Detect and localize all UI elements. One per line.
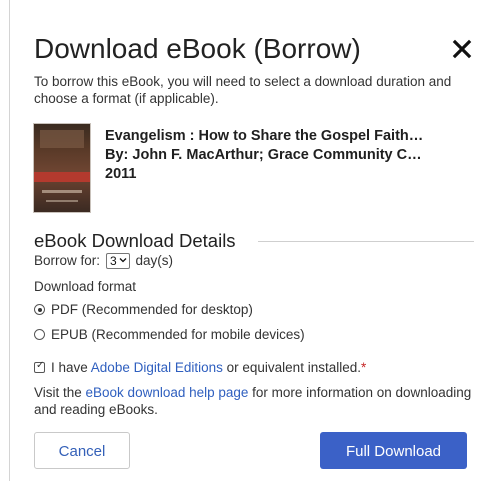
dialog-intro: To borrow this eBook, you will need to s… xyxy=(34,74,452,106)
page: Download eBook (Borrow) To borrow this e… xyxy=(0,0,482,481)
borrow-duration-select[interactable]: 3 xyxy=(106,253,130,270)
radio-pdf[interactable] xyxy=(34,304,45,315)
book-year: 2011 xyxy=(105,166,137,182)
format-pdf-label: PDF (Recommended for desktop) xyxy=(51,302,253,317)
format-epub-label: EPUB (Recommended for mobile devices) xyxy=(51,327,305,342)
check-icon: ✓ xyxy=(36,360,45,371)
cancel-button[interactable]: Cancel xyxy=(34,432,130,469)
adobe-confirm-row: ✓ I have Adobe Digital Editions or equiva… xyxy=(34,359,366,377)
book-info: Evangelism : How to Share the Gospel Fai… xyxy=(105,127,474,184)
format-label: Download format xyxy=(34,279,137,294)
close-button[interactable] xyxy=(451,38,473,60)
borrow-label: Borrow for: xyxy=(34,253,101,268)
section-title: eBook Download Details xyxy=(34,231,246,251)
format-option-pdf[interactable]: PDF (Recommended for desktop) xyxy=(34,301,253,319)
help-text: Visit the eBook download help page for m… xyxy=(34,384,474,418)
radio-epub[interactable] xyxy=(34,329,45,340)
borrow-duration-value: 3 xyxy=(110,254,117,269)
download-details-header: eBook Download Details xyxy=(34,231,474,251)
required-marker: * xyxy=(360,360,367,375)
close-icon xyxy=(452,39,472,59)
adobe-digital-editions-link[interactable]: Adobe Digital Editions xyxy=(91,360,223,375)
download-dialog: Download eBook (Borrow) To borrow this e… xyxy=(34,0,474,481)
borrow-unit: day(s) xyxy=(135,253,173,268)
full-download-button[interactable]: Full Download xyxy=(320,432,467,469)
help-page-link[interactable]: eBook download help page xyxy=(86,385,249,400)
borrow-duration-row: Borrow for: 3 day(s) xyxy=(34,252,173,270)
confirm-prefix: I have xyxy=(51,360,91,375)
adobe-confirm-checkbox[interactable]: ✓ xyxy=(34,360,45,373)
left-edge-panel xyxy=(0,0,10,481)
dialog-title: Download eBook (Borrow) xyxy=(34,33,361,64)
format-option-epub[interactable]: EPUB (Recommended for mobile devices) xyxy=(34,326,305,344)
help-prefix: Visit the xyxy=(34,385,86,400)
book-author: By: John F. MacArthur; Grace Community C… xyxy=(105,147,422,163)
section-divider xyxy=(258,241,474,242)
book-summary: Evangelism : How to Share the Gospel Fai… xyxy=(34,124,474,216)
confirm-suffix: or equivalent installed. xyxy=(222,360,361,375)
book-title: Evangelism : How to Share the Gospel Fai… xyxy=(105,128,424,144)
book-cover-image xyxy=(34,124,90,212)
chevron-down-icon xyxy=(119,254,127,268)
